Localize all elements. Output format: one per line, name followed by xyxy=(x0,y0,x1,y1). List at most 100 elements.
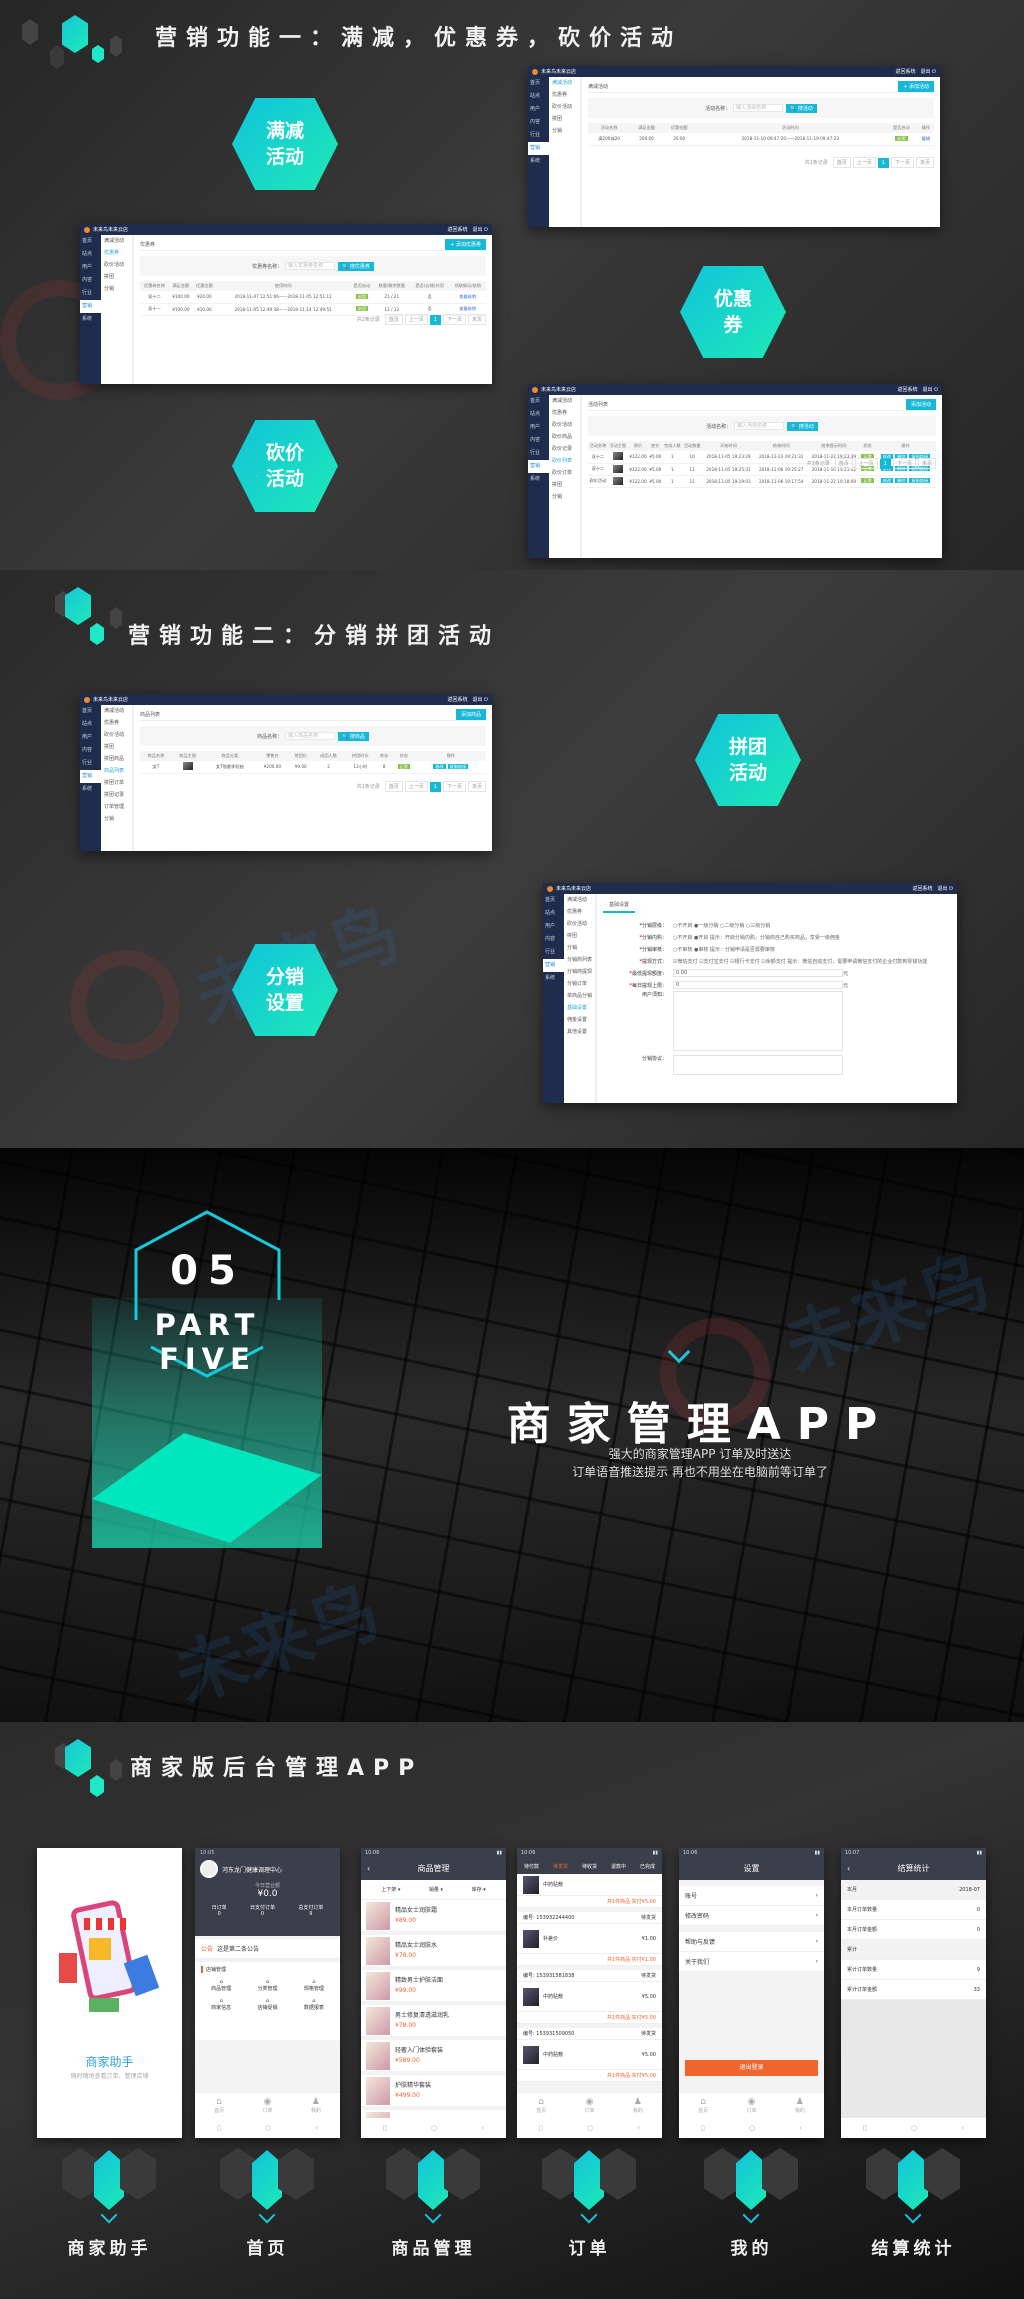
search-button[interactable]: 🔍 搜活动 xyxy=(786,103,817,113)
nav-item-3[interactable]: 内容 xyxy=(80,274,101,287)
subnav-item[interactable]: 满减活动 xyxy=(549,77,580,89)
page-button[interactable]: 1 xyxy=(879,458,891,469)
action-button[interactable]: 修改 xyxy=(880,478,894,483)
subnav-item[interactable]: 单商品分销 xyxy=(564,990,595,1002)
nav-item-2[interactable]: 用户 xyxy=(528,103,549,116)
nav-item-0[interactable]: 首页 xyxy=(528,395,549,408)
page-button[interactable]: 上一页 xyxy=(852,157,876,168)
option-group[interactable]: ☑微信支付 ☑支付宝支付 ☑银行卡支付 ☑余额支付 提示：微信自动支付，需要申请… xyxy=(673,958,927,965)
page-button[interactable]: 首页 xyxy=(834,458,853,469)
page-button[interactable]: 末页 xyxy=(915,157,934,168)
search-input[interactable]: 输入商品名称 xyxy=(285,732,336,740)
product-item[interactable]: 男士修复清透滋润乳 ¥78.00 xyxy=(361,2005,506,2040)
text-input[interactable]: 0 xyxy=(673,981,843,989)
nav-item-3[interactable]: 内容 xyxy=(80,744,101,757)
page-button[interactable]: 上一页 xyxy=(404,314,428,325)
action-link[interactable]: 查看核销 xyxy=(459,306,476,311)
subnav-item[interactable]: 优惠券 xyxy=(564,906,595,918)
page-button[interactable]: 首页 xyxy=(384,781,403,792)
subnav-item[interactable]: 优惠券 xyxy=(549,89,580,101)
subnav-item[interactable]: 砍价记录 xyxy=(549,443,580,455)
logout-button[interactable]: 退出登录 xyxy=(685,2060,818,2076)
subnav-item[interactable]: 分销商列表 xyxy=(564,954,595,966)
subnav-item[interactable]: 分销 xyxy=(564,942,595,954)
nav-item-5[interactable]: 营销 xyxy=(528,142,549,155)
subnav-item[interactable]: 佣金设置 xyxy=(564,1014,595,1026)
shop-function-item[interactable]: ⌂ 店铺促销 xyxy=(247,1998,287,2011)
filter-stock[interactable]: 库存 ▾ xyxy=(472,1886,486,1893)
option-group[interactable]: ○不审核 ●审核 提示：分销申请是否需要审核 xyxy=(673,946,775,953)
back-to-system-link[interactable]: 返回系统 xyxy=(897,386,917,393)
logout-link[interactable]: 退出 ⏻ xyxy=(922,386,938,393)
subnav-item[interactable]: 满减活动 xyxy=(549,395,580,407)
settings-item-feedback[interactable]: 帮助与反馈 › xyxy=(679,1932,824,1952)
logout-link[interactable]: 退出 ⏻ xyxy=(937,885,953,892)
shop-function-item[interactable]: ⌂ 规格管理 xyxy=(294,1979,334,1992)
product-item[interactable]: 精品女士润肤霜 ¥89.00 xyxy=(361,1900,506,1935)
subnav-item[interactable]: 分销订单 xyxy=(564,978,595,990)
text-input[interactable] xyxy=(673,1055,843,1075)
nav-item-2[interactable]: 用户 xyxy=(528,421,549,434)
subnav-item[interactable]: 基础设置 xyxy=(564,1002,595,1014)
order-card[interactable]: 编号: 153931509050 待发货 中药贴敷 ¥5.00 共1件商品 实付¥5.0… xyxy=(517,2028,662,2082)
subnav-item[interactable]: 分销 xyxy=(549,125,580,137)
nav-item-0[interactable]: 首页 xyxy=(543,894,564,907)
tab-2[interactable]: ♟ 我的 xyxy=(633,2097,643,2114)
nav-item-2[interactable]: 用户 xyxy=(80,731,101,744)
nav-item-4[interactable]: 行业 xyxy=(543,946,564,959)
page-button[interactable]: 首页 xyxy=(384,314,403,325)
shop-function-item[interactable]: ⌂ 分类管理 xyxy=(247,1979,287,1992)
tab-1[interactable]: ◉ 订单 xyxy=(584,2097,594,2114)
subnav-item[interactable]: 砍价活动 xyxy=(549,101,580,113)
subnav-item[interactable]: 优惠券 xyxy=(101,717,132,729)
nav-item-1[interactable]: 站点 xyxy=(543,907,564,920)
subnav-item[interactable]: 优惠券 xyxy=(101,247,132,259)
page-button[interactable]: 下一页 xyxy=(890,157,914,168)
search-input[interactable]: 输入活动名称 xyxy=(733,104,784,112)
search-button[interactable]: 🔍 搜商品 xyxy=(338,731,369,741)
subnav-item[interactable]: 拼团 xyxy=(564,930,595,942)
subnav-item[interactable]: 分销商提现 xyxy=(564,966,595,978)
tab-0[interactable]: ⌂ 首页 xyxy=(536,2097,546,2114)
subnav-item[interactable]: 分销 xyxy=(549,491,580,503)
order-tab[interactable]: 待发货 xyxy=(553,1863,568,1870)
back-icon[interactable]: ‹ xyxy=(367,1858,370,1880)
nav-item-5[interactable]: 营销 xyxy=(80,770,101,783)
page-button[interactable]: 下一页 xyxy=(892,458,916,469)
action-link[interactable]: 编辑 xyxy=(922,136,930,141)
logout-link[interactable]: 退出 ⏻ xyxy=(472,226,488,233)
product-item[interactable]: 轻奢入门体验套装 ¥589.00 xyxy=(361,2040,506,2075)
subnav-item[interactable]: 砍价活动 xyxy=(549,419,580,431)
tab-2[interactable]: ♟ 我的 xyxy=(795,2097,805,2114)
back-to-system-link[interactable]: 返回系统 xyxy=(447,226,467,233)
nav-item-3[interactable]: 内容 xyxy=(528,116,549,129)
nav-item-3[interactable]: 内容 xyxy=(528,434,549,447)
subnav-item[interactable]: 拼团 xyxy=(101,741,132,753)
settings-item-password[interactable]: 修改密码 › xyxy=(679,1906,824,1926)
search-button[interactable]: 🔍 搜优惠券 xyxy=(338,261,374,271)
subnav-item[interactable]: 订单管理 xyxy=(101,801,132,813)
subnav-item[interactable]: 砍价活动 xyxy=(101,729,132,741)
tab-1[interactable]: ◉ 订单 xyxy=(262,2097,272,2114)
nav-item-6[interactable]: 系统 xyxy=(80,783,101,796)
action-button[interactable]: 修改 xyxy=(433,763,446,769)
order-card[interactable]: 编号: 153932244400 待发货 补差价 ¥1.00 共1件商品 实付¥1.00 xyxy=(517,1912,662,1966)
settings-item-account[interactable]: 账号 › xyxy=(679,1886,824,1906)
page-button[interactable]: 上一页 xyxy=(404,781,428,792)
subnav-item[interactable]: 满减活动 xyxy=(101,705,132,717)
shop-function-item[interactable]: ⌂ 商品管理 xyxy=(201,1979,241,1992)
nav-item-5[interactable]: 营销 xyxy=(528,460,549,473)
tab-0[interactable]: ⌂ 首页 xyxy=(214,2097,224,2114)
page-button[interactable]: 1 xyxy=(877,157,889,168)
subnav-item[interactable]: 砍价活动 xyxy=(564,918,595,930)
text-input[interactable] xyxy=(673,991,843,1051)
subnav-item[interactable]: 砍价订单 xyxy=(549,467,580,479)
logout-link[interactable]: 退出 ⏻ xyxy=(920,68,936,75)
nav-item-6[interactable]: 系统 xyxy=(80,313,101,326)
month-selector[interactable]: 本月 2018-07 xyxy=(841,1880,986,1900)
back-to-system-link[interactable]: 返回系统 xyxy=(912,885,932,892)
page-button[interactable]: 1 xyxy=(429,314,441,325)
order-card[interactable]: 中药贴敷 共1件商品 实付¥5.00 xyxy=(517,1874,662,1908)
subnav-item[interactable]: 拼团 xyxy=(549,113,580,125)
tab-1[interactable]: ◉ 订单 xyxy=(746,2097,756,2114)
